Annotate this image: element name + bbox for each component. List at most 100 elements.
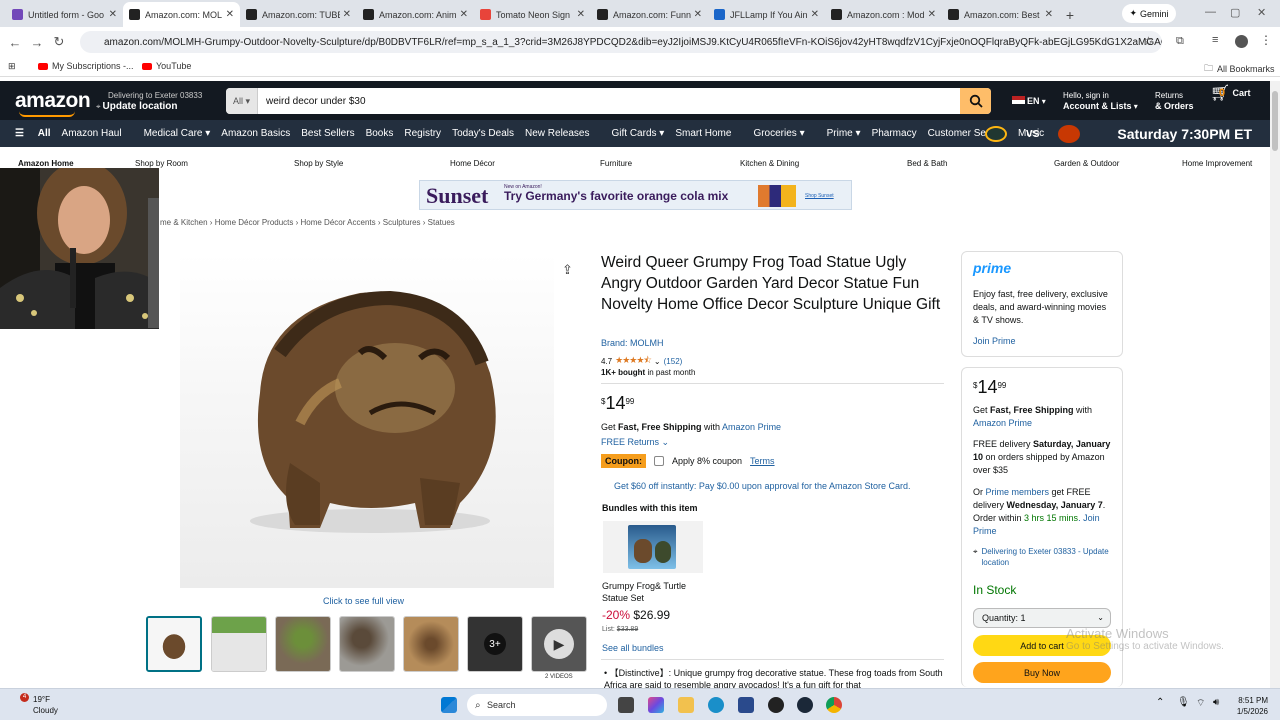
subnav-furniture[interactable]: Furniture — [600, 159, 632, 168]
product-thumbnail[interactable] — [211, 616, 267, 672]
file-explorer-icon[interactable] — [678, 697, 694, 713]
browser-tab[interactable]: Tomato Neon Sign ✕ — [474, 2, 591, 27]
subnav-home-improvement[interactable]: Home Improvement — [1182, 159, 1252, 168]
nfl-game-promo[interactable]: VS Saturday 7:30PM ET — [974, 125, 1252, 143]
brand-link[interactable]: Brand: MOLMH — [601, 338, 664, 348]
gemini-button[interactable]: ✦ Gemini — [1122, 4, 1176, 23]
browser-tab[interactable]: Untitled form - Goo ✕ — [6, 2, 123, 27]
task-view-icon[interactable] — [618, 697, 634, 713]
tray-chevron-icon[interactable]: ⌃ — [1156, 697, 1164, 708]
share-icon[interactable]: ⇪ — [562, 262, 573, 278]
bookmark-subscriptions[interactable]: My Subscriptions -... — [38, 61, 134, 71]
apps-grid-icon[interactable]: ⊞ — [8, 61, 16, 72]
back-icon[interactable]: ← — [4, 35, 26, 50]
close-tab-icon[interactable]: ✕ — [694, 9, 702, 20]
nav-amazon-basics[interactable]: Amazon Basics — [221, 128, 290, 139]
nav-smart-home[interactable]: Smart Home — [675, 128, 731, 139]
close-tab-icon[interactable]: ✕ — [109, 9, 117, 20]
close-tab-icon[interactable]: ✕ — [343, 9, 351, 20]
browser-tab[interactable]: Amazon.com: Anim ✕ — [357, 2, 474, 27]
edge-icon[interactable] — [708, 697, 724, 713]
quantity-select[interactable]: Quantity: 1 ⌄ — [973, 608, 1111, 628]
close-tab-icon[interactable]: ✕ — [928, 9, 936, 20]
close-tab-icon[interactable]: ✕ — [226, 9, 234, 20]
subnav-shop-by-room[interactable]: Shop by Room — [135, 159, 188, 168]
profile-avatar[interactable] — [1235, 35, 1248, 48]
nav-medical-care[interactable]: Medical Care ▾ — [133, 128, 211, 139]
buy-now-button[interactable]: Buy Now — [973, 662, 1111, 683]
reading-list-icon[interactable]: ≡ — [1212, 34, 1218, 46]
product-thumbnail[interactable] — [403, 616, 459, 672]
product-thumbnail[interactable] — [275, 616, 331, 672]
nav-best-sellers[interactable]: Best Sellers — [301, 128, 354, 139]
returns-orders[interactable]: Returns & Orders — [1155, 91, 1194, 112]
bookmark-star-icon[interactable]: ☆ — [1143, 34, 1154, 48]
windows-start-icon[interactable] — [441, 697, 457, 713]
maximize-icon[interactable]: ▢ — [1230, 6, 1240, 19]
subnav-bed-bath[interactable]: Bed & Bath — [907, 159, 947, 168]
nav-gift-cards[interactable]: Gift Cards ▾ — [601, 128, 665, 139]
search-category-select[interactable]: All ▾ — [226, 88, 258, 114]
new-tab-button[interactable]: + — [1059, 2, 1081, 27]
close-tab-icon[interactable]: ✕ — [811, 9, 819, 20]
breadcrumb[interactable]: me & Kitchen › Home Décor Products › Hom… — [160, 218, 455, 227]
see-all-bundles-link[interactable]: See all bundles — [602, 643, 664, 653]
nav-groceries[interactable]: Groceries ▾ — [742, 128, 804, 139]
browser-tab[interactable]: Amazon.com: Best ✕ — [942, 2, 1059, 27]
microphone-icon[interactable]: 🎙︎ — [1177, 697, 1190, 708]
store-icon[interactable] — [738, 697, 754, 713]
subnav-garden-outdoor[interactable]: Garden & Outdoor — [1054, 159, 1119, 168]
store-card-offer[interactable]: Get $60 off instantly: Pay $0.00 upon ap… — [614, 481, 911, 491]
nav-pharmacy[interactable]: Pharmacy — [872, 128, 917, 139]
extension-icon[interactable]: ⧉ — [1176, 35, 1184, 48]
product-main-image[interactable] — [180, 253, 554, 588]
close-tab-icon[interactable]: ✕ — [460, 9, 468, 20]
delivery-location[interactable]: Delivering to Exeter 03833 ⌖ Update locat… — [96, 90, 202, 112]
coupon-checkbox[interactable] — [653, 456, 664, 466]
close-tab-icon[interactable]: ✕ — [1045, 9, 1053, 20]
delivery-location-link[interactable]: ⌖ Delivering to Exeter 03833 - Update loc… — [973, 546, 1113, 568]
nav-prime[interactable]: Prime ▾ — [816, 128, 861, 139]
product-thumbnail[interactable] — [146, 616, 202, 672]
full-view-link[interactable]: Click to see full view — [323, 596, 404, 606]
sponsored-banner[interactable]: Sunset New on Amazon! Try Germany's favo… — [419, 180, 852, 210]
bundle-name-link[interactable]: Grumpy Frog& Turtle Statue Set — [602, 580, 712, 604]
language-selector[interactable]: EN ▾ — [1012, 96, 1046, 107]
bundle-image[interactable] — [603, 521, 703, 573]
search-input[interactable] — [258, 88, 960, 114]
system-clock[interactable]: 8:51 PM 1/5/2026 — [1228, 695, 1268, 717]
product-rating[interactable]: 4.7 ★★★★⯪ ⌄ (152) — [601, 353, 682, 369]
free-returns-link[interactable]: FREE Returns ⌄ — [601, 437, 669, 448]
nav-registry[interactable]: Registry — [404, 128, 441, 139]
obs-icon[interactable] — [768, 697, 784, 713]
address-bar[interactable]: amazon.com/MOLMH-Grumpy-Outdoor-Novelty-… — [80, 31, 1162, 53]
nav-books[interactable]: Books — [366, 128, 394, 139]
subnav-kitchen-dining[interactable]: Kitchen & Dining — [740, 159, 799, 168]
browser-tab[interactable]: Amazon.com: Funn ✕ — [591, 2, 708, 27]
close-window-icon[interactable]: ✕ — [1257, 6, 1266, 19]
network-icon[interactable]: ⌔ — [1196, 697, 1205, 710]
browser-tab[interactable]: JFLLamp If You Ain ✕ — [708, 2, 825, 27]
reload-icon[interactable]: ↻ — [48, 34, 70, 50]
browser-tab[interactable]: Amazon.com: TUBB ✕ — [240, 2, 357, 27]
product-thumbnail[interactable] — [339, 616, 395, 672]
steam-icon[interactable] — [797, 697, 813, 713]
join-prime-link[interactable]: Join Prime — [973, 336, 1016, 346]
nav-todays-deals[interactable]: Today's Deals — [452, 128, 514, 139]
copilot-icon[interactable] — [648, 697, 664, 713]
volume-icon[interactable]: 🔊︎ — [1213, 697, 1219, 708]
browser-tab[interactable]: Amazon.com : Mod ✕ — [825, 2, 942, 27]
all-bookmarks[interactable]: 🗀 All Bookmarks — [1204, 61, 1275, 77]
close-tab-icon[interactable]: ✕ — [577, 9, 585, 20]
amazon-logo[interactable]: amazon — [15, 89, 91, 117]
nav-all-menu[interactable]: ☰ All — [15, 128, 51, 139]
video-thumbnail[interactable]: ▶ — [531, 616, 587, 672]
taskbar-search[interactable]: ⌕ Search — [467, 694, 607, 716]
account-menu[interactable]: Hello, sign in Account & Lists ▾ — [1063, 91, 1138, 112]
page-scrollbar[interactable] — [1270, 81, 1280, 688]
weather-widget[interactable]: 4 19°F Cloudy — [18, 693, 58, 716]
minimize-icon[interactable]: — — [1205, 6, 1216, 18]
coupon-terms-link[interactable]: Terms — [750, 456, 775, 466]
menu-kebab-icon[interactable]: ⋮ — [1260, 33, 1272, 47]
more-images-thumbnail[interactable]: 3+ — [467, 616, 523, 672]
